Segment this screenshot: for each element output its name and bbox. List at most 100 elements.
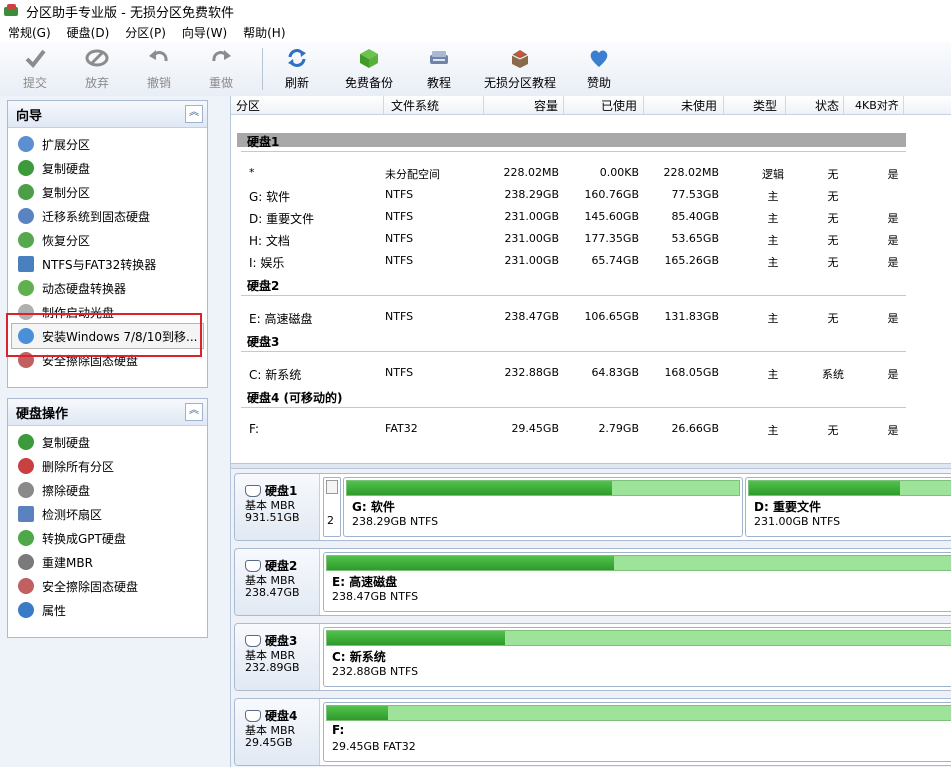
diskop-check-bad-sectors[interactable]: 检测坏扇区 bbox=[8, 502, 207, 526]
col-filesystem[interactable]: 文件系统 bbox=[391, 97, 439, 114]
diskop-delete-all-partitions[interactable]: 删除所有分区 bbox=[8, 454, 207, 478]
disk-group-title[interactable]: 硬盘4 (可移动的) bbox=[247, 389, 343, 406]
wizard-copy-disk[interactable]: 复制硬盘 bbox=[8, 156, 207, 180]
unallocated-partition[interactable]: 2 bbox=[323, 477, 341, 537]
disk-size: 29.45GB bbox=[245, 736, 293, 749]
partition-label: D: 重要文件 bbox=[754, 500, 821, 514]
menu-general[interactable]: 常规(G) bbox=[8, 24, 51, 41]
collapse-chevron-icon[interactable]: ︽ bbox=[185, 105, 203, 123]
disk-group-title[interactable]: 硬盘2 bbox=[247, 277, 279, 294]
cell-free: 26.66GB bbox=[671, 422, 719, 435]
disk-icon bbox=[245, 484, 261, 497]
disk-group-title[interactable]: 硬盘3 bbox=[247, 333, 279, 350]
cell-fs: NTFS bbox=[385, 310, 414, 323]
col-partition[interactable]: 分区 bbox=[236, 97, 260, 114]
wizard-copy-partition[interactable]: 复制分区 bbox=[8, 180, 207, 204]
partition-tutorial-icon bbox=[508, 46, 532, 70]
col-type[interactable]: 类型 bbox=[753, 97, 777, 114]
sponsor-button[interactable]: 赞助 bbox=[582, 44, 616, 94]
undo-button[interactable]: 撤销 bbox=[142, 44, 176, 94]
table-row[interactable]: E: 高速磁盘 NTFS 238.47GB 106.65GB 131.83GB 主 无 是 bbox=[231, 307, 951, 329]
disk-ops-panel-header[interactable]: 硬盘操作 ︽ bbox=[8, 399, 207, 426]
cell-align: 是 bbox=[887, 256, 899, 269]
cell-type: 主 bbox=[767, 212, 779, 225]
disk-card[interactable]: 硬盘4 基本 MBR 29.45GB F: 29.45GB FAT32 bbox=[234, 698, 951, 766]
undo-icon bbox=[147, 46, 171, 70]
dynamic-disk-icon bbox=[18, 280, 34, 296]
diskop-secure-erase-ssd[interactable]: 安全擦除固态硬盘 bbox=[8, 574, 207, 598]
partition-label: C: 新系统 bbox=[332, 650, 386, 664]
table-row[interactable]: C: 新系统 NTFS 232.88GB 64.83GB 168.05GB 主 系统 是 bbox=[231, 363, 951, 385]
partition-block[interactable]: C: 新系统 232.88GB NTFS bbox=[323, 627, 951, 687]
free-backup-button[interactable]: 免费备份 bbox=[340, 44, 398, 94]
discard-button[interactable]: 放弃 bbox=[80, 44, 114, 94]
diskop-wipe-disk[interactable]: 擦除硬盘 bbox=[8, 478, 207, 502]
table-row[interactable]: * 未分配空间 228.02MB 0.00KB 228.02MB 逻辑 无 是 bbox=[231, 163, 951, 185]
cell-partition: G: 软件 bbox=[249, 190, 291, 204]
cell-align: 是 bbox=[887, 212, 899, 225]
cell-used: 64.83GB bbox=[591, 366, 639, 379]
ntfs-fat32-icon bbox=[18, 256, 34, 272]
partition-block[interactable]: G: 软件 238.29GB NTFS bbox=[343, 477, 743, 537]
rebuild-mbr-icon bbox=[18, 554, 34, 570]
usage-bar-fill bbox=[327, 706, 388, 720]
menu-bar: 常规(G) 硬盘(D) 分区(P) 向导(W) 帮助(H) bbox=[0, 22, 951, 42]
diskop-convert-gpt[interactable]: 转换成GPT硬盘 bbox=[8, 526, 207, 550]
partition-block[interactable]: D: 重要文件 231.00GB NTFS bbox=[745, 477, 951, 537]
wizard-dynamic-disk-converter[interactable]: 动态硬盘转换器 bbox=[8, 276, 207, 300]
diskop-rebuild-mbr[interactable]: 重建MBR bbox=[8, 550, 207, 574]
menu-disk[interactable]: 硬盘(D) bbox=[67, 24, 110, 41]
cell-partition: D: 重要文件 bbox=[249, 212, 315, 226]
redo-button[interactable]: 重做 bbox=[204, 44, 238, 94]
commit-button[interactable]: 提交 bbox=[18, 44, 52, 94]
cell-status: 无 bbox=[827, 424, 839, 437]
disk-info[interactable]: 硬盘3 基本 MBR 232.89GB bbox=[235, 624, 320, 690]
heart-icon bbox=[587, 46, 611, 70]
collapse-chevron-icon[interactable]: ︽ bbox=[185, 403, 203, 421]
disk-info[interactable]: 硬盘1 基本 MBR 931.51GB bbox=[235, 474, 320, 540]
sidebar: 向导 ︽ 扩展分区 复制硬盘 复制分区 迁移系统到固态硬盘 恢复分区 NTFS与… bbox=[0, 96, 230, 767]
unallocated-number: 2 bbox=[327, 514, 334, 527]
menu-wizard[interactable]: 向导(W) bbox=[182, 24, 227, 41]
table-row[interactable]: G: 软件 NTFS 238.29GB 160.76GB 77.53GB 主 无 bbox=[231, 185, 951, 207]
disk-card[interactable]: 硬盘1 基本 MBR 931.51GB 2 G: 软件 238.29GB NTFS D: 重… bbox=[234, 473, 951, 541]
disk-card[interactable]: 硬盘3 基本 MBR 232.89GB C: 新系统 232.88GB NTFS bbox=[234, 623, 951, 691]
wizard-panel-header[interactable]: 向导 ︽ bbox=[8, 101, 207, 128]
usage-bar-fill bbox=[347, 481, 612, 495]
table-row[interactable]: F: FAT32 29.45GB 2.79GB 26.66GB 主 无 是 bbox=[231, 419, 951, 441]
disk-info[interactable]: 硬盘4 基本 MBR 29.45GB bbox=[235, 699, 320, 765]
partition-block[interactable]: F: 29.45GB FAT32 bbox=[323, 702, 951, 762]
disk-info[interactable]: 硬盘2 基本 MBR 238.47GB bbox=[235, 549, 320, 615]
menu-help[interactable]: 帮助(H) bbox=[243, 24, 285, 41]
migrate-os-icon bbox=[18, 208, 34, 224]
col-used[interactable]: 已使用 bbox=[601, 97, 637, 114]
wizard-migrate-os-ssd[interactable]: 迁移系统到固态硬盘 bbox=[8, 204, 207, 228]
properties-icon bbox=[18, 602, 34, 618]
col-capacity[interactable]: 容量 bbox=[534, 97, 558, 114]
disk-group-title[interactable]: 硬盘1 bbox=[247, 133, 279, 150]
refresh-button[interactable]: 刷新 bbox=[280, 44, 314, 94]
diskop-copy-disk[interactable]: 复制硬盘 bbox=[8, 430, 207, 454]
table-row[interactable]: D: 重要文件 NTFS 231.00GB 145.60GB 85.40GB 主 无 是 bbox=[231, 207, 951, 229]
tutorial-button[interactable]: 教程 bbox=[422, 44, 456, 94]
col-status[interactable]: 状态 bbox=[815, 97, 839, 114]
cell-used: 0.00KB bbox=[599, 166, 639, 179]
wizard-extend-partition[interactable]: 扩展分区 bbox=[8, 132, 207, 156]
partition-block[interactable]: E: 高速磁盘 238.47GB NTFS bbox=[323, 552, 951, 612]
col-4kb-align[interactable]: 4KB对齐 bbox=[855, 97, 899, 113]
wizard-recover-partition[interactable]: 恢复分区 bbox=[8, 228, 207, 252]
cell-partition: * bbox=[249, 166, 255, 179]
table-row[interactable]: I: 娱乐 NTFS 231.00GB 65.74GB 165.26GB 主 无 是 bbox=[231, 251, 951, 273]
cell-align: 是 bbox=[887, 368, 899, 381]
app-logo-icon bbox=[4, 4, 20, 18]
bad-sector-icon bbox=[18, 506, 34, 522]
wizard-ntfs-fat32-converter[interactable]: NTFS与FAT32转换器 bbox=[8, 252, 207, 276]
diskop-properties[interactable]: 属性 bbox=[8, 598, 207, 622]
col-free[interactable]: 未使用 bbox=[681, 97, 717, 114]
check-icon bbox=[23, 46, 47, 70]
disk-card[interactable]: 硬盘2 基本 MBR 238.47GB E: 高速磁盘 238.47GB NTFS bbox=[234, 548, 951, 616]
table-row[interactable]: H: 文档 NTFS 231.00GB 177.35GB 53.65GB 主 无 是 bbox=[231, 229, 951, 251]
partition-tutorial-button[interactable]: 无损分区教程 bbox=[482, 44, 558, 94]
menu-partition[interactable]: 分区(P) bbox=[125, 24, 166, 41]
group-divider bbox=[241, 295, 906, 296]
